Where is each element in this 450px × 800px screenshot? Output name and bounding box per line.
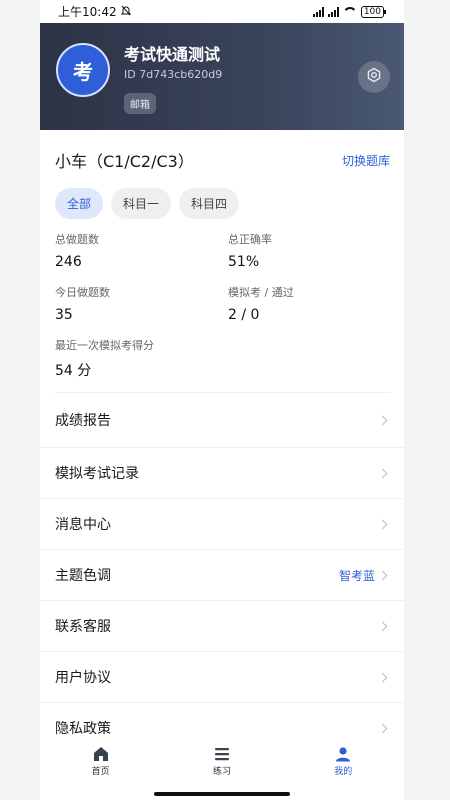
chevron-right-icon — [377, 672, 388, 682]
chevron-right-icon — [377, 468, 388, 478]
status-bar: 上午10:42 100 — [40, 0, 404, 23]
stat-accuracy-label: 总正确率 — [228, 233, 272, 246]
stat-last-score-value: 54 分 — [55, 363, 92, 379]
menu-item-label: 用户协议 — [55, 670, 111, 686]
stat-today-label: 今日做题数 — [55, 286, 110, 299]
stat-today: 今日做题数 35 — [55, 282, 228, 335]
nav-home-label: 首页 — [91, 767, 110, 777]
stat-total-label: 总做题数 — [55, 233, 99, 246]
menu-item-label: 联系客服 — [55, 619, 111, 635]
bottom-nav: 首页 练习 我的 — [40, 738, 404, 800]
menu-item-support[interactable]: 联系客服 — [40, 601, 404, 652]
nav-home[interactable]: 首页 — [51, 744, 151, 800]
stat-total-value: 246 — [55, 254, 82, 270]
stat-total: 总做题数 246 — [55, 229, 228, 282]
signal-icon-2 — [327, 6, 339, 17]
menu-item-mock-records[interactable]: 模拟考试记录 — [40, 448, 404, 499]
stat-accuracy: 总正确率 51% — [228, 229, 389, 282]
theme-value: 智考蓝 — [338, 568, 375, 583]
chevron-right-icon — [377, 621, 388, 631]
menu-item-user-agreement[interactable]: 用户协议 — [40, 652, 404, 703]
battery-level: 100 — [363, 6, 381, 17]
stat-mock: 模拟考 / 通过 2 / 0 — [228, 282, 389, 335]
avatar[interactable]: 考 — [56, 43, 110, 97]
stat-mock-value: 2 / 0 — [228, 307, 260, 323]
subject-tabs: 全部 科目一 科目四 — [40, 188, 404, 219]
chevron-right-icon — [377, 570, 388, 580]
user-icon — [293, 744, 393, 764]
gear-icon — [366, 67, 382, 87]
signal-icon — [312, 6, 324, 17]
menu-item-label: 成绩报告 — [55, 413, 111, 429]
stat-last-score-label: 最近一次模拟考得分 — [55, 339, 154, 352]
chevron-right-icon — [377, 723, 388, 733]
chevron-right-icon — [377, 415, 388, 425]
menu-item-report[interactable]: 成绩报告 — [40, 393, 404, 448]
switch-bank-link[interactable]: 切换题库 — [342, 152, 390, 169]
menu-item-label: 隐私政策 — [55, 721, 111, 737]
stat-accuracy-value: 51% — [228, 254, 260, 270]
menu-item-label: 消息中心 — [55, 517, 111, 533]
menu-item-messages[interactable]: 消息中心 — [40, 499, 404, 550]
stat-today-value: 35 — [55, 307, 73, 323]
menu-item-label: 模拟考试记录 — [55, 466, 139, 482]
list-icon — [172, 744, 272, 764]
wifi-icon — [343, 7, 357, 17]
menu-item-theme[interactable]: 主题色调 智考蓝 — [40, 550, 404, 601]
status-time: 上午10:42 — [58, 5, 117, 19]
home-indicator[interactable] — [154, 792, 290, 796]
battery-icon: 100 — [360, 5, 387, 18]
menu-list: 成绩报告 模拟考试记录 消息中心 主题色调 智考蓝 联系客服 用户协议 隐私政策 — [40, 393, 404, 754]
user-name: 考试快通测试 — [124, 45, 221, 64]
nav-practice-label: 练习 — [212, 767, 231, 777]
home-icon — [51, 744, 151, 764]
mute-icon — [120, 5, 131, 19]
user-id: ID 7d743cb620d9 — [124, 68, 223, 81]
menu-item-label: 主题色调 — [55, 568, 111, 584]
stats-grid: 总做题数 246 总正确率 51% 今日做题数 35 模拟考 / 通过 2 / … — [40, 229, 404, 388]
email-tag: 邮箱 — [124, 93, 156, 114]
profile-header: 考 考试快通测试 ID 7d743cb620d9 邮箱 — [40, 23, 404, 130]
vehicle-title: 小车（C1/C2/C3） — [55, 152, 194, 171]
chevron-right-icon — [377, 519, 388, 529]
nav-mine[interactable]: 我的 — [293, 744, 393, 800]
stat-last-score: 最近一次模拟考得分 54 分 — [55, 335, 389, 388]
tab-subject-one[interactable]: 科目一 — [111, 188, 172, 219]
tab-all[interactable]: 全部 — [55, 188, 104, 219]
vehicle-row: 小车（C1/C2/C3） 切换题库 — [40, 148, 404, 172]
nav-mine-label: 我的 — [334, 767, 353, 777]
stat-mock-label: 模拟考 / 通过 — [228, 286, 294, 299]
settings-button[interactable] — [358, 61, 390, 93]
tab-subject-four[interactable]: 科目四 — [179, 188, 240, 219]
app-screen: 上午10:42 100 考 考试快通测试 ID 7d743cb620d9 邮箱 — [40, 0, 404, 800]
